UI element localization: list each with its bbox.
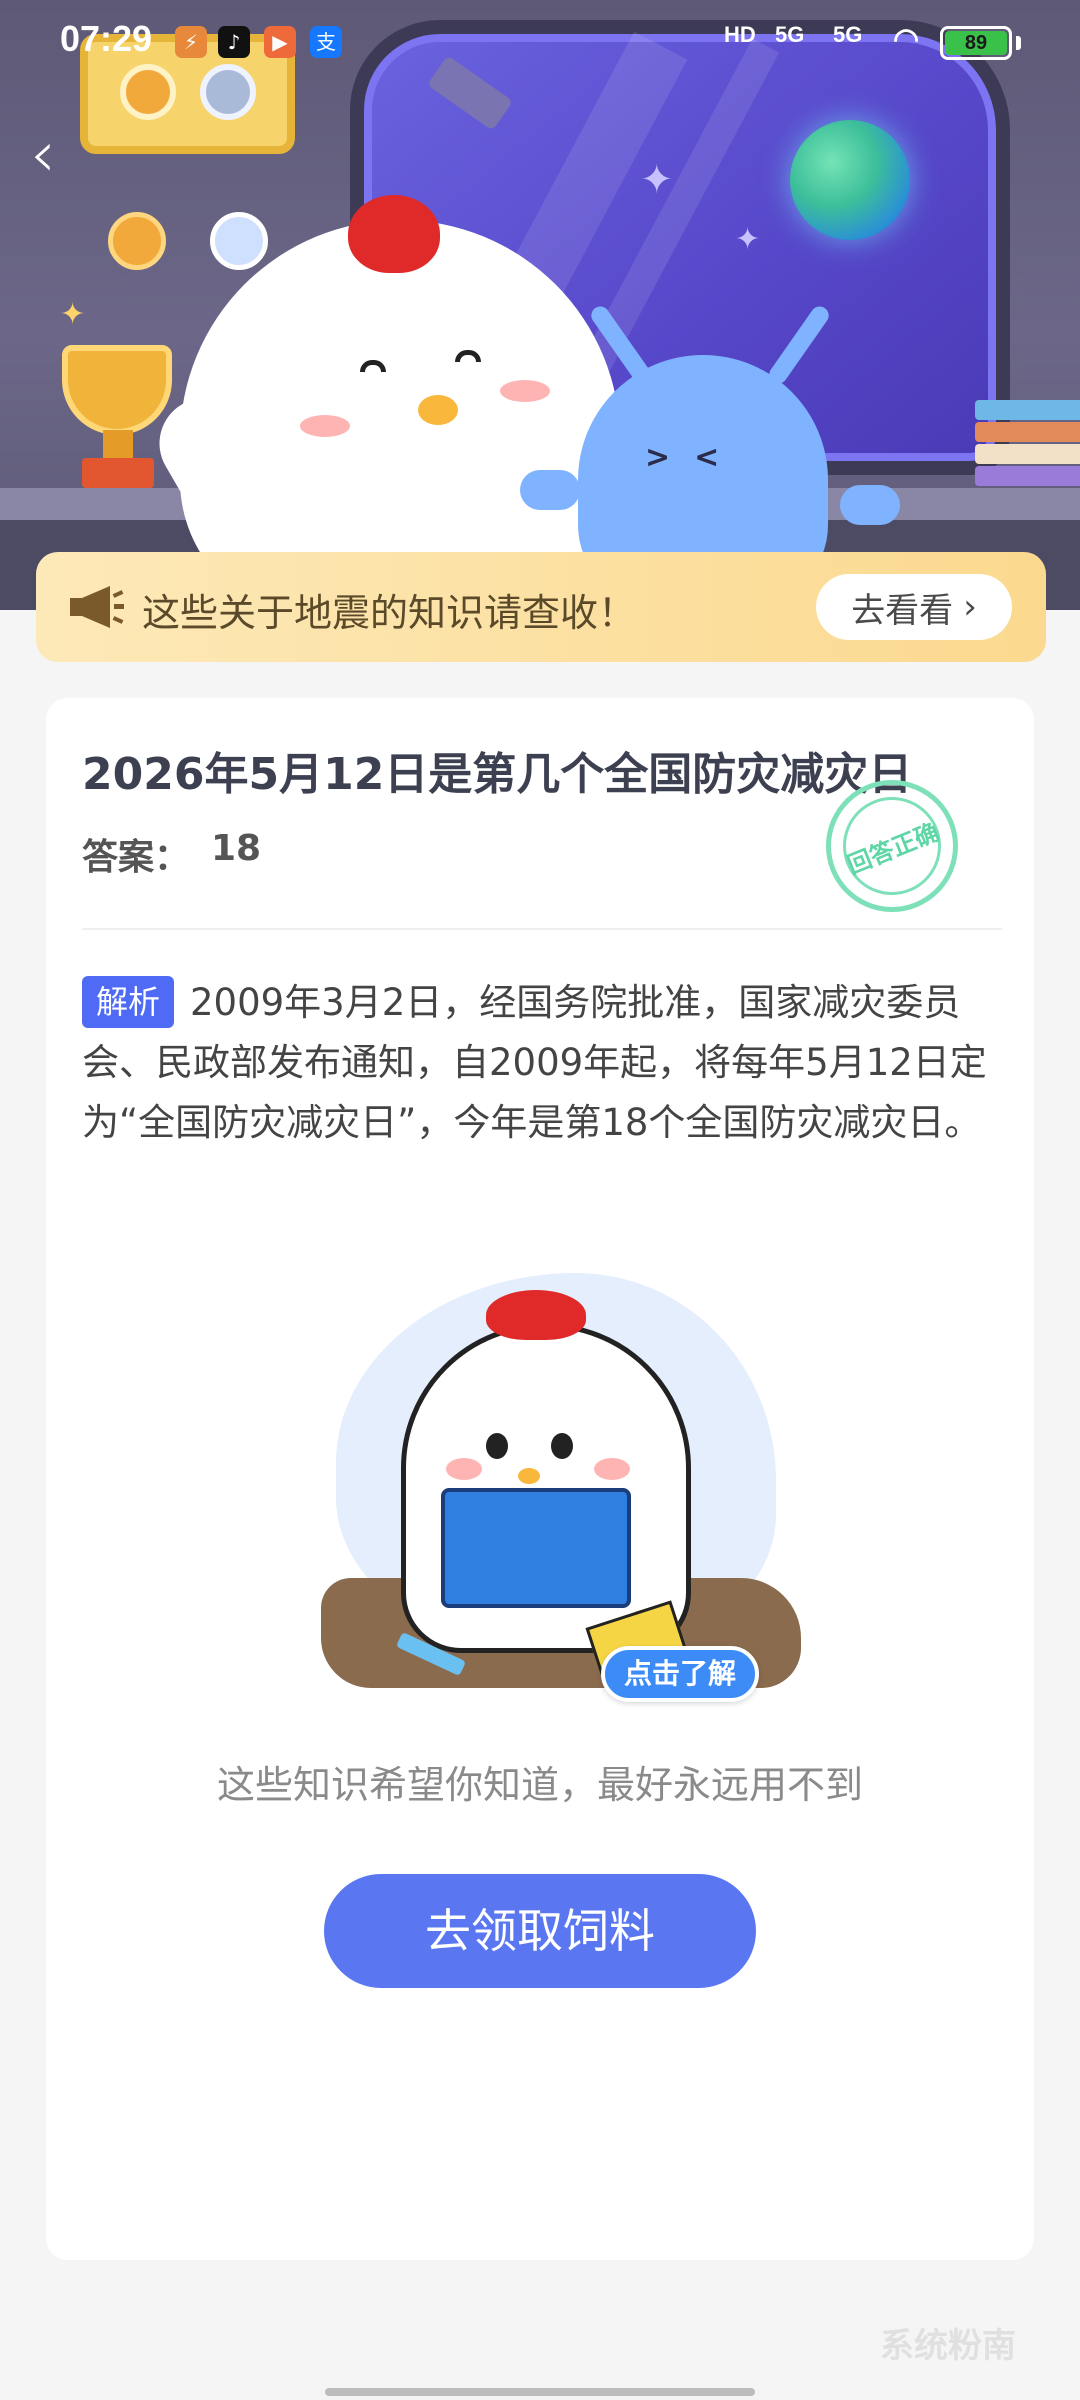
tiktok-icon: ♪ xyxy=(218,26,250,58)
star-icon: ✦ xyxy=(735,222,761,257)
book-icon xyxy=(441,1488,631,1608)
claim-feed-button[interactable]: 去领取饲料 xyxy=(324,1874,756,1988)
analysis-block: 解析 2009年3月2日，经国务院批准，国家减灾委员会、民政部发布通知，自2009… xyxy=(82,973,1002,1153)
home-indicator[interactable] xyxy=(325,2388,755,2396)
star-icon: ✦ xyxy=(640,157,674,203)
back-button[interactable]: ‹ xyxy=(30,120,80,190)
hd-icon: HD xyxy=(724,22,756,47)
question-title: 2026年5月12日是第几个全国防灾减灾日 xyxy=(82,749,913,800)
status-time: 07:29 xyxy=(60,18,153,59)
alipay-icon: 支 xyxy=(310,26,342,58)
signal-5g-icon: 5G xyxy=(833,22,863,47)
sparkle-icon: ✦ xyxy=(60,297,86,332)
answer-value: 18 xyxy=(211,828,262,869)
go-see-label: 去看看 xyxy=(851,590,954,631)
go-see-button[interactable]: 去看看 › xyxy=(816,574,1012,640)
signal-5g-icon: 5G xyxy=(775,22,805,47)
chicken-comb xyxy=(486,1290,586,1340)
answer-label: 答案： xyxy=(82,837,191,878)
notice-text: 这些关于地震的知识请查收！ xyxy=(142,591,637,635)
earth-icon xyxy=(790,120,910,240)
books-icon xyxy=(975,400,1080,490)
chevron-right-icon: › xyxy=(963,587,977,627)
learn-more-button[interactable]: 点击了解 xyxy=(601,1646,759,1702)
video-app-icon: ▶ xyxy=(264,26,296,58)
status-bar: 07:29 ⚡ ♪ ▶ 支 HD 5G 5G ◠ 89 xyxy=(0,0,1080,80)
wifi-icon: ◠ xyxy=(893,23,920,56)
hint-text: 这些知识希望你知道，最好永远用不到 xyxy=(216,1763,863,1807)
silver-medal-icon xyxy=(210,212,268,270)
battery-level: 89 xyxy=(945,31,1007,55)
divider xyxy=(82,928,1002,930)
megaphone-icon xyxy=(70,586,124,628)
analysis-tag: 解析 xyxy=(82,976,175,1028)
answer-card: 2026年5月12日是第几个全国防灾减灾日 答案： 18 回答正确 解析 2009… xyxy=(46,698,1034,2260)
chicken-comb xyxy=(348,195,440,273)
notice-banner[interactable]: 这些关于地震的知识请查收！ 去看看 › xyxy=(36,552,1046,662)
hero-banner: ✦ ✦ ✦ >< ‹ xyxy=(0,0,1080,610)
flash-icon: ⚡ xyxy=(175,26,207,58)
battery-icon: 89 xyxy=(940,26,1012,60)
bronze-medal-icon xyxy=(108,212,166,270)
trophy-icon xyxy=(62,345,172,435)
watermark: 系统粉南 xyxy=(880,2326,1016,2366)
analysis-text: 2009年3月2日，经国务院批准，国家减灾委员会、民政部发布通知，自2009年起… xyxy=(82,981,987,1144)
